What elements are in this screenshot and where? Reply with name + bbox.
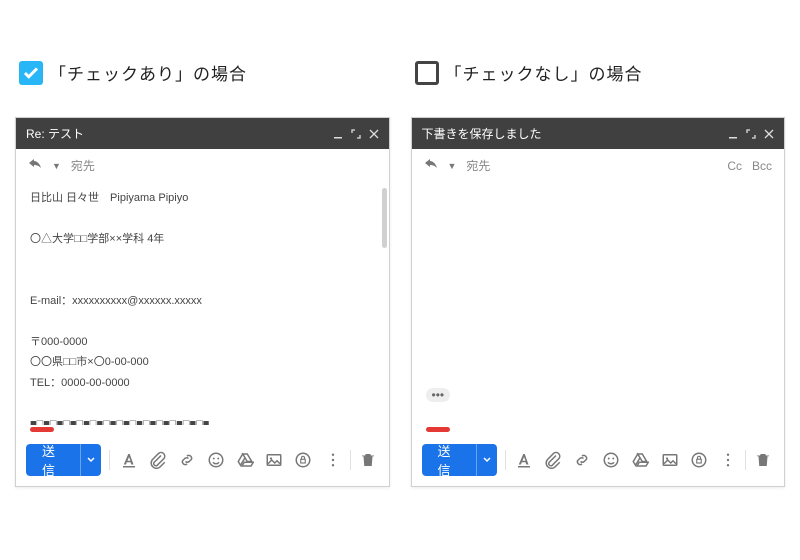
body-line: 〇〇県□□市×〇0-00-000 (30, 354, 375, 371)
image-icon[interactable] (659, 449, 680, 471)
expand-icon[interactable] (351, 129, 361, 139)
close-icon[interactable] (369, 129, 379, 139)
minimize-icon[interactable] (333, 129, 343, 139)
discard-icon[interactable] (357, 449, 379, 471)
caption-text: 「チェックなし」の場合 (445, 60, 643, 85)
drive-icon[interactable] (234, 449, 255, 471)
body-line (30, 211, 375, 228)
toolbar: 送信 (412, 438, 785, 486)
recipient-label[interactable]: 宛先 (71, 157, 377, 174)
minimize-icon[interactable] (728, 129, 738, 139)
red-underline (30, 427, 54, 432)
expand-icon[interactable] (746, 129, 756, 139)
body-line (30, 272, 375, 289)
reply-dropdown-icon[interactable]: ▼ (52, 161, 61, 171)
send-button-label: 送信 (26, 444, 80, 476)
close-icon[interactable] (764, 129, 774, 139)
bcc-button[interactable]: Bcc (752, 159, 772, 173)
titlebar: 下書きを保存しました (412, 118, 785, 149)
body-line: ■□■□■□■□■□■□■□■□■□■□■□■□■□■ (30, 416, 375, 426)
attach-icon[interactable] (147, 449, 168, 471)
toolbar-separator (505, 450, 506, 470)
reply-icon[interactable] (424, 158, 438, 173)
show-trimmed-button[interactable]: ••• (426, 388, 451, 402)
red-underline (426, 427, 450, 432)
caption-text: 「チェックあり」の場合 (49, 60, 247, 85)
toolbar: 送信 (16, 438, 389, 486)
send-button[interactable]: 送信 (422, 444, 497, 476)
send-options-dropdown[interactable] (80, 444, 101, 476)
body-line: TEL：0000-00-0000 (30, 375, 375, 392)
body-line: E-mail：xxxxxxxxxx@xxxxxx.xxxxx (30, 293, 375, 310)
formatting-icon[interactable] (514, 449, 535, 471)
discard-icon[interactable] (752, 449, 774, 471)
send-button[interactable]: 送信 (26, 444, 101, 476)
send-button-label: 送信 (422, 444, 476, 476)
image-icon[interactable] (264, 449, 285, 471)
attach-icon[interactable] (543, 449, 564, 471)
compose-window-right: 下書きを保存しました ▼ 宛先 Cc Bcc ••• (411, 117, 786, 487)
body-line (30, 395, 375, 412)
titlebar: Re: テスト (16, 118, 389, 149)
checkbox-checked-icon (19, 61, 43, 85)
toolbar-separator (350, 450, 351, 470)
confidential-icon[interactable] (293, 449, 314, 471)
link-icon[interactable] (176, 449, 197, 471)
emoji-icon[interactable] (205, 449, 226, 471)
reply-dropdown-icon[interactable]: ▼ (448, 161, 457, 171)
caption-checked: 「チェックあり」の場合 (15, 60, 390, 85)
message-body[interactable]: ••• (412, 178, 785, 425)
caption-unchecked: 「チェックなし」の場合 (411, 60, 786, 85)
body-line: 〒000-0000 (30, 334, 375, 351)
body-line (30, 313, 375, 330)
cc-button[interactable]: Cc (727, 159, 742, 173)
more-options-icon[interactable] (717, 449, 739, 471)
confidential-icon[interactable] (688, 449, 709, 471)
reply-icon[interactable] (28, 158, 42, 173)
window-title: 下書きを保存しました (422, 125, 721, 142)
toolbar-separator (109, 450, 110, 470)
body-line: 日比山 日々世 Pipiyama Pipiyo (30, 190, 375, 207)
formatting-icon[interactable] (118, 449, 139, 471)
checkbox-unchecked-icon (415, 61, 439, 85)
toolbar-separator (745, 450, 746, 470)
recipient-label[interactable]: 宛先 (466, 157, 717, 174)
drive-icon[interactable] (630, 449, 651, 471)
message-body[interactable]: 日比山 日々世 Pipiyama Pipiyo 〇△大学□□学部××学科 4年 … (16, 178, 389, 425)
link-icon[interactable] (572, 449, 593, 471)
emoji-icon[interactable] (601, 449, 622, 471)
window-title: Re: テスト (26, 125, 325, 142)
body-line (30, 252, 375, 269)
send-options-dropdown[interactable] (476, 444, 497, 476)
recipients-row[interactable]: ▼ 宛先 (16, 149, 389, 178)
more-options-icon[interactable] (322, 449, 344, 471)
body-line: 〇△大学□□学部××学科 4年 (30, 231, 375, 248)
compose-window-left: Re: テスト ▼ 宛先 日比山 日々世 Pipiyama Pipiyo 〇△大… (15, 117, 390, 487)
recipients-row[interactable]: ▼ 宛先 Cc Bcc (412, 149, 785, 178)
scrollbar-thumb[interactable] (382, 188, 387, 248)
